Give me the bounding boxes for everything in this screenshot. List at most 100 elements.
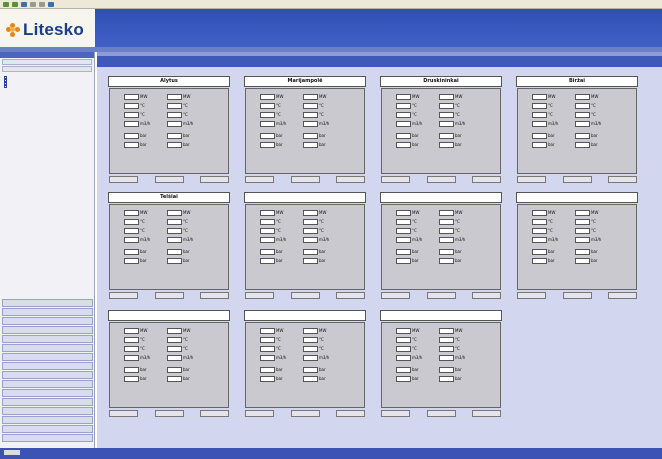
sidebar-nav-item[interactable] [2, 380, 93, 388]
reading-unit: MW [183, 94, 191, 99]
reading-value [303, 248, 318, 255]
trend-button[interactable] [154, 410, 184, 417]
reading-value [532, 120, 547, 127]
sidebar-nav-item[interactable] [2, 416, 93, 424]
detail-button[interactable] [517, 292, 546, 299]
scheme-button[interactable] [336, 410, 365, 417]
reading-value [303, 120, 318, 127]
trend-button[interactable] [290, 176, 320, 183]
reading-value [260, 257, 275, 264]
scheme-button[interactable] [472, 176, 501, 183]
scheme-button[interactable] [608, 176, 637, 183]
detail-button[interactable] [381, 292, 410, 299]
tree-item[interactable] [4, 85, 90, 88]
reading-unit: °C [276, 219, 281, 224]
reading-unit: °C [183, 103, 188, 108]
detail-button[interactable] [245, 176, 274, 183]
detail-button[interactable] [109, 176, 138, 183]
sidebar-top-button-1[interactable] [2, 59, 92, 65]
reading-row: °C °C [386, 110, 496, 119]
reading-row: °C °C [522, 101, 632, 110]
reading-row: MW MW [386, 92, 496, 101]
sidebar-nav-item[interactable] [2, 326, 93, 334]
reading-row: °C °C [250, 226, 360, 235]
detail-button[interactable] [245, 410, 274, 417]
reading-value [260, 327, 275, 334]
reading-value [167, 248, 182, 255]
sidebar-top-button-2[interactable] [2, 66, 92, 72]
detail-button[interactable] [109, 410, 138, 417]
reading-unit: °C [319, 346, 324, 351]
trend-button[interactable] [426, 292, 456, 299]
scheme-button[interactable] [472, 410, 501, 417]
detail-button[interactable] [517, 176, 546, 183]
reading-value [396, 248, 411, 255]
trend-button[interactable] [562, 176, 592, 183]
sidebar-nav-item[interactable] [2, 389, 93, 397]
scheme-button[interactable] [200, 292, 229, 299]
reading-value [575, 111, 590, 118]
reading-unit: bar [183, 249, 190, 254]
scheme-button[interactable] [336, 176, 365, 183]
back-icon[interactable] [3, 1, 9, 7]
trend-button[interactable] [290, 292, 320, 299]
trend-button[interactable] [290, 410, 320, 417]
sidebar-nav-item[interactable] [2, 308, 93, 316]
reading-unit: °C [319, 337, 324, 342]
trend-button[interactable] [562, 292, 592, 299]
reading-value [532, 209, 547, 216]
reading-unit: °C [455, 228, 460, 233]
reading-value [124, 327, 139, 334]
panel-actions [109, 176, 229, 184]
reading-row: m3/h m3/h [250, 235, 360, 244]
sidebar-nav-item[interactable] [2, 434, 93, 442]
reading-row: bar bar [386, 247, 496, 256]
scheme-button[interactable] [336, 292, 365, 299]
sidebar-nav-item[interactable] [2, 353, 93, 361]
scheme-button[interactable] [472, 292, 501, 299]
sidebar-nav-item[interactable] [2, 299, 93, 307]
reading-unit: bar [412, 258, 419, 263]
forward-icon[interactable] [12, 1, 18, 7]
sidebar-nav-item[interactable] [2, 335, 93, 343]
sidebar-nav-item[interactable] [2, 344, 93, 352]
trend-button[interactable] [154, 176, 184, 183]
sidebar-nav-item[interactable] [2, 371, 93, 379]
trend-button[interactable] [426, 176, 456, 183]
reading-unit: °C [140, 228, 145, 233]
sidebar-nav-item[interactable] [2, 425, 93, 433]
reading-unit: m3/h [412, 121, 423, 126]
detail-button[interactable] [245, 292, 274, 299]
reading-value [303, 209, 318, 216]
reading-unit: °C [276, 337, 281, 342]
scheme-button[interactable] [200, 176, 229, 183]
reading-value [575, 248, 590, 255]
detail-button[interactable] [381, 176, 410, 183]
reading-unit: °C [412, 103, 417, 108]
detail-button[interactable] [381, 410, 410, 417]
sidebar-nav-item[interactable] [2, 362, 93, 370]
reading-unit: bar [276, 376, 283, 381]
reading-row: bar bar [386, 131, 496, 140]
scheme-button[interactable] [200, 410, 229, 417]
reading-unit: bar [183, 142, 190, 147]
reading-row: bar bar [386, 140, 496, 149]
sidebar-nav-item[interactable] [2, 398, 93, 406]
trend-button[interactable] [426, 410, 456, 417]
reading-unit: bar [412, 376, 419, 381]
reading-value [396, 375, 411, 382]
sidebar-nav-item[interactable] [2, 317, 93, 325]
reading-row: m3/h m3/h [250, 353, 360, 362]
panel-actions [109, 410, 229, 418]
reading-row: m3/h m3/h [250, 119, 360, 128]
refresh-icon[interactable] [21, 1, 27, 7]
print-icon[interactable] [39, 1, 45, 7]
trend-button[interactable] [154, 292, 184, 299]
scheme-button[interactable] [608, 292, 637, 299]
brand-logo[interactable]: Litesko [6, 20, 84, 40]
home-icon[interactable] [30, 1, 36, 7]
tools-icon[interactable] [48, 1, 54, 7]
sidebar-nav-item[interactable] [2, 407, 93, 415]
reading-unit: bar [319, 142, 326, 147]
detail-button[interactable] [109, 292, 138, 299]
